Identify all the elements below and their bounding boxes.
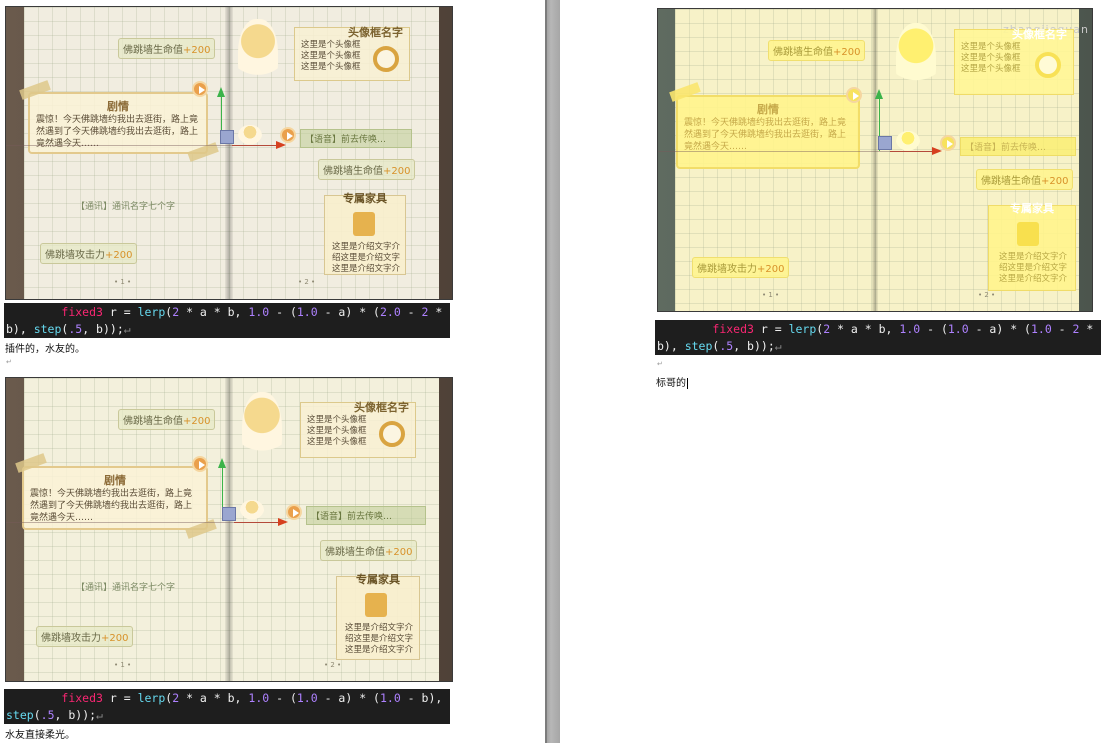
paragraph-mark: ↵ xyxy=(657,360,663,368)
attack-stat-label: 佛跳墙攻击力+200 xyxy=(36,626,134,647)
gizmo-y-arrow-icon xyxy=(875,89,883,99)
page-number-right: • 2 • xyxy=(298,278,316,286)
attack-stat-label: 佛跳墙攻击力+200 xyxy=(40,243,138,264)
voice-play-icon[interactable] xyxy=(286,504,302,520)
hp-stat-label: 佛跳墙生命值+200 xyxy=(118,38,216,59)
play-icon[interactable] xyxy=(192,456,208,472)
caption-3[interactable]: 标哥的 xyxy=(656,374,688,389)
furniture-text: 这里是介绍文字介 绍这里是介绍文字 这里是介绍文字介 xyxy=(998,252,1067,284)
furniture-title: 专属家具 xyxy=(343,192,387,205)
page-number-left: • 1 • xyxy=(762,291,780,299)
avatar-frame-text: 这里是个头像框 这里是个头像框 这里是个头像框 xyxy=(307,415,367,447)
gizmo-y-arrow-icon xyxy=(218,458,226,468)
character-portrait xyxy=(242,392,282,470)
gizmo-plane-handle[interactable] xyxy=(878,136,892,150)
avatar-frame-ring-icon xyxy=(373,46,399,72)
gizmo-y-arrow-icon xyxy=(217,87,225,97)
phone-call-text: 【通讯】通讯名字七个字 xyxy=(76,202,176,212)
furniture-icon xyxy=(1017,222,1039,246)
phone-call-text: 【通讯】通讯名字七个字 xyxy=(76,583,176,593)
code-block-2: fixed3 r = lerp(2 * a * b, 1.0 - (1.0 - … xyxy=(4,689,450,724)
document-page-right: zhangjiequan 佛跳墙生命值+200 剧情 震惊！今天佛跳墙约我出去逛… xyxy=(560,0,1107,743)
page-gutter xyxy=(545,0,560,743)
attack-stat-label: 佛跳墙攻击力+200 xyxy=(692,257,790,278)
avatar-frame-card: 头像框名字 这里是个头像框 这里是个头像框 这里是个头像框 xyxy=(300,401,416,458)
code-block-1: fixed3 r = lerp(2 * a * b, 1.0 - (1.0 - … xyxy=(4,303,450,338)
furniture-text: 这里是介绍文字介 绍这里是介绍文字 这里是介绍文字介 xyxy=(331,242,400,274)
avatar-frame-title: 头像框名字 xyxy=(354,401,409,414)
story-title: 剧情 xyxy=(757,103,779,116)
caption-2: 水友直接柔光。 xyxy=(5,730,75,741)
chibi-avatar xyxy=(238,125,262,149)
book-spine xyxy=(225,378,233,681)
story-card: 剧情 震惊！今天佛跳墙约我出去逛街，路上竟然遇到了今天佛跳墙约我出去逛街，路上竟… xyxy=(22,466,208,530)
furniture-icon xyxy=(365,593,387,617)
hp-stat-label-2: 佛跳墙生命值+200 xyxy=(976,169,1074,190)
exclusive-furniture-card: 专属家具 这里是介绍文字介 绍这里是介绍文字 这里是介绍文字介 xyxy=(988,202,1076,291)
voice-bar: 【语音】前去传唤… xyxy=(960,137,1076,156)
chibi-avatar xyxy=(240,500,264,524)
book-screenshot-2: 佛跳墙生命值+200 剧情 震惊！今天佛跳墙约我出去逛街，路上竟然遇到了今天佛跳… xyxy=(5,377,453,682)
play-icon[interactable] xyxy=(192,81,208,97)
page-number-right: • 2 • xyxy=(324,661,342,669)
avatar-frame-text: 这里是个头像框 这里是个头像框 这里是个头像框 xyxy=(301,40,361,72)
page-number-left: • 1 • xyxy=(114,661,132,669)
furniture-text: 这里是介绍文字介 绍这里是介绍文字 这里是介绍文字介 xyxy=(344,623,413,655)
gizmo-plane-handle[interactable] xyxy=(220,130,234,144)
text-cursor xyxy=(687,377,688,389)
hp-stat-label-2: 佛跳墙生命值+200 xyxy=(318,159,416,180)
story-title: 剧情 xyxy=(107,100,129,113)
avatar-frame-text: 这里是个头像框 这里是个头像框 这里是个头像框 xyxy=(961,42,1021,74)
hp-stat-label-2: 佛跳墙生命值+200 xyxy=(320,540,418,561)
gizmo-x-arrow-icon xyxy=(932,147,942,155)
book-screenshot-1: 佛跳墙生命值+200 剧情 震惊！今天佛跳墙约我出去逛街，路上竟然遇到了今天佛跳… xyxy=(5,6,453,300)
book-screenshot-3: zhangjiequan 佛跳墙生命值+200 剧情 震惊！今天佛跳墙约我出去逛… xyxy=(657,8,1093,312)
gizmo-plane-handle[interactable] xyxy=(222,507,236,521)
story-text: 震惊！今天佛跳墙约我出去逛街，路上竟然遇到了今天佛跳墙约我出去逛街，路上竟然遇今… xyxy=(684,118,847,152)
voice-bar: 【语音】前去传唤… xyxy=(300,129,412,148)
character-portrait xyxy=(238,19,278,93)
voice-bar: 【语音】前去传唤… xyxy=(306,506,426,525)
book-spine xyxy=(225,7,233,299)
avatar-frame-card: 头像框名字 这里是个头像框 这里是个头像框 这里是个头像框 xyxy=(294,26,410,81)
avatar-frame-title: 头像框名字 xyxy=(1012,28,1067,41)
code-block-3: fixed3 r = lerp(2 * a * b, 1.0 - (1.0 - … xyxy=(655,320,1101,355)
play-icon[interactable] xyxy=(846,87,862,103)
furniture-title: 专属家具 xyxy=(356,573,400,586)
avatar-frame-card: 头像框名字 这里是个头像框 这里是个头像框 这里是个头像框 xyxy=(954,28,1074,95)
voice-play-icon[interactable] xyxy=(280,127,296,143)
story-title: 剧情 xyxy=(104,474,126,487)
avatar-frame-title: 头像框名字 xyxy=(348,26,403,39)
chibi-avatar xyxy=(896,131,920,155)
caption-1: 插件的，水友的。 xyxy=(5,344,85,355)
furniture-title: 专属家具 xyxy=(1010,202,1054,215)
avatar-frame-ring-icon xyxy=(1035,52,1061,78)
furniture-icon xyxy=(353,212,375,236)
avatar-frame-ring-icon xyxy=(379,421,405,447)
paragraph-mark: ↵ xyxy=(6,358,12,366)
page-number-left: • 1 • xyxy=(114,278,132,286)
exclusive-furniture-card: 专属家具 这里是介绍文字介 绍这里是介绍文字 这里是介绍文字介 xyxy=(336,573,420,660)
voice-play-icon[interactable] xyxy=(940,135,956,151)
book-spine xyxy=(871,9,879,311)
character-portrait xyxy=(896,23,936,99)
exclusive-furniture-card: 专属家具 这里是介绍文字介 绍这里是介绍文字 这里是介绍文字介 xyxy=(324,192,406,275)
story-card: 剧情 震惊！今天佛跳墙约我出去逛街，路上竟然遇到了今天佛跳墙约我出去逛街，路上竟… xyxy=(676,95,860,169)
story-text: 震惊！今天佛跳墙约我出去逛街，路上竟然遇到了今天佛跳墙约我出去逛街，路上竟然遇今… xyxy=(30,489,193,523)
document-page-left: 佛跳墙生命值+200 剧情 震惊！今天佛跳墙约我出去逛街，路上竟然遇到了今天佛跳… xyxy=(0,0,545,743)
gizmo-x-arrow-icon xyxy=(278,518,288,526)
page-number-right: • 2 • xyxy=(978,291,996,299)
hp-stat-label: 佛跳墙生命值+200 xyxy=(768,40,866,61)
hp-stat-label: 佛跳墙生命值+200 xyxy=(118,409,216,430)
